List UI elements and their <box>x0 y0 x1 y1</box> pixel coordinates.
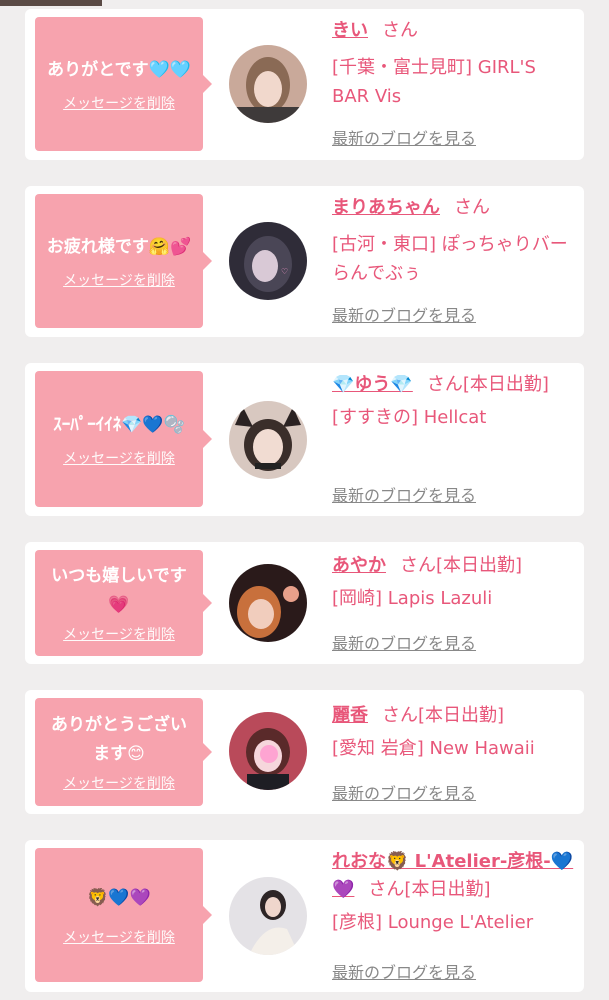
cast-name-link[interactable]: 麗香 <box>332 705 368 726</box>
blog-link[interactable]: 最新のブログを見る <box>332 302 476 326</box>
message-text: いつも嬉しいです💗 <box>51 566 187 615</box>
svg-text:♡: ♡ <box>281 267 288 276</box>
message-card: 🦁💙💜 メッセージを削除 れおな🦁 L'Atelier-彦根-💙💜 さん[本日出勤… <box>25 840 584 992</box>
shop-info: [愛知 岩倉] New Hawaii <box>332 738 535 759</box>
delete-message-link[interactable]: メッセージを削除 <box>63 270 175 290</box>
cast-name-link[interactable]: まりあちゃん <box>332 197 440 218</box>
honorific: さん <box>400 555 436 576</box>
status-label: [本日出勤] <box>436 555 523 576</box>
honorific: さん <box>382 20 418 41</box>
delete-message-link[interactable]: メッセージを削除 <box>63 927 175 947</box>
avatar[interactable] <box>229 712 307 790</box>
cast-name-link[interactable]: 💎ゆう💎 <box>332 374 413 395</box>
message-bubble: 🦁💙💜 メッセージを削除 <box>35 848 212 982</box>
cast-info: れおな🦁 L'Atelier-彦根-💙💜 さん[本日出勤] [彦根] Lounge… <box>332 848 577 937</box>
message-text: ｽｰﾊﾟｰｲｲﾈ💎💙🫧 <box>53 414 185 435</box>
message-bubble: ｽｰﾊﾟｰｲｲﾈ💎💙🫧 メッセージを削除 <box>35 371 212 507</box>
delete-message-link[interactable]: メッセージを削除 <box>63 624 175 644</box>
cast-name-link[interactable]: きい <box>332 20 368 41</box>
status-label: [本日出勤] <box>404 879 491 900</box>
message-card: ありがとです🩵🩵 メッセージを削除 きい さん [千葉・富士見町] GIRL'S … <box>25 9 584 160</box>
status-label: [本日出勤] <box>418 705 505 726</box>
blog-link[interactable]: 最新のブログを見る <box>332 959 476 983</box>
top-bar-tab <box>0 0 102 6</box>
avatar[interactable] <box>229 401 307 479</box>
message-text: お疲れ様です🤗💕 <box>46 236 192 257</box>
message-card: お疲れ様です🤗💕 メッセージを削除 ♡ まりあちゃん さん [古河・東口] ぽっち… <box>25 186 584 337</box>
shop-info: [千葉・富士見町] GIRL'S BAR Vis <box>332 57 536 107</box>
cast-name-link[interactable]: あやか <box>332 555 386 576</box>
status-label: [本日出勤] <box>462 374 549 395</box>
delete-message-link[interactable]: メッセージを削除 <box>63 773 175 793</box>
shop-info: [古河・東口] ぽっちゃりバー らんでぶぅ <box>332 234 568 284</box>
delete-message-link[interactable]: メッセージを削除 <box>63 93 175 113</box>
message-card: いつも嬉しいです💗 メッセージを削除 あやか さん[本日出勤] [岡崎] Lapi… <box>25 542 584 664</box>
cast-info: 麗香 さん[本日出勤] [愛知 岩倉] New Hawaii <box>332 702 577 763</box>
honorific: さん <box>426 374 463 395</box>
message-card: ありがとうございます😊 メッセージを削除 麗香 さん[本日出勤] [愛知 岩倉] … <box>25 690 584 814</box>
cast-info: あやか さん[本日出勤] [岡崎] Lapis Lazuli <box>332 552 577 613</box>
honorific: さん <box>382 705 418 726</box>
message-bubble: いつも嬉しいです💗 メッセージを削除 <box>35 550 212 656</box>
avatar[interactable] <box>229 877 307 955</box>
cast-info: 💎ゆう💎 さん[本日出勤] [すすきの] Hellcat <box>332 371 577 432</box>
blog-link[interactable]: 最新のブログを見る <box>332 630 476 654</box>
top-bar <box>0 0 609 6</box>
delete-message-link[interactable]: メッセージを削除 <box>63 448 175 468</box>
avatar[interactable]: ♡ <box>229 222 307 300</box>
cast-info: まりあちゃん さん [古河・東口] ぽっちゃりバー らんでぶぅ <box>332 194 577 288</box>
avatar[interactable] <box>229 45 307 123</box>
message-bubble: ありがとです🩵🩵 メッセージを削除 <box>35 17 212 151</box>
avatar[interactable] <box>229 564 307 642</box>
message-text: 🦁💙💜 <box>87 887 151 908</box>
honorific: さん <box>368 879 405 900</box>
blog-link[interactable]: 最新のブログを見る <box>332 125 476 149</box>
shop-info: [岡崎] Lapis Lazuli <box>332 588 493 609</box>
honorific: さん <box>454 197 490 218</box>
shop-info: [彦根] Lounge L'Atelier <box>332 912 534 933</box>
blog-link[interactable]: 最新のブログを見る <box>332 780 476 804</box>
blog-link[interactable]: 最新のブログを見る <box>332 482 476 506</box>
message-card: ｽｰﾊﾟｰｲｲﾈ💎💙🫧 メッセージを削除 💎ゆう💎 さん[本日出勤] [すすきの]… <box>25 363 584 516</box>
cast-info: きい さん [千葉・富士見町] GIRL'S BAR Vis <box>332 17 577 111</box>
shop-info: [すすきの] Hellcat <box>332 407 487 428</box>
message-text: ありがとです🩵🩵 <box>47 59 191 80</box>
message-bubble: ありがとうございます😊 メッセージを削除 <box>35 698 212 806</box>
message-bubble: お疲れ様です🤗💕 メッセージを削除 <box>35 194 212 328</box>
message-text: ありがとうございます😊 <box>51 715 187 764</box>
